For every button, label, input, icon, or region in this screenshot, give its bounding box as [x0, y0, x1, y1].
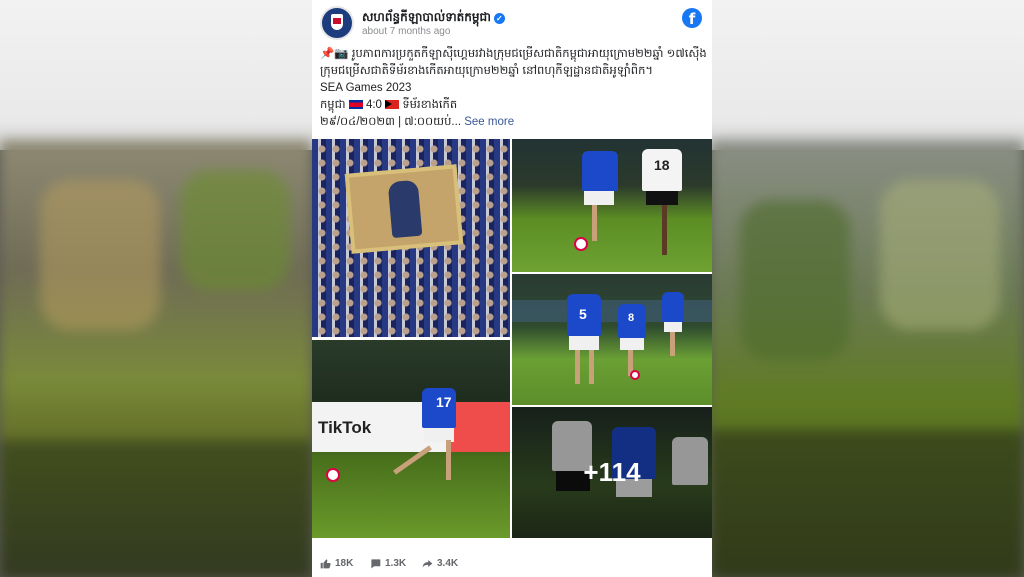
- match-datetime-line: ២៩/០៤/២០២៣ | ៧:០០យប់... See more: [320, 114, 708, 131]
- leg: [592, 205, 597, 241]
- white-shorts: [664, 322, 682, 332]
- see-more-link[interactable]: See more: [464, 116, 514, 128]
- jersey-number: 17: [436, 394, 452, 410]
- leg: [670, 332, 675, 356]
- reactions-bar: 18K 1.3K 3.4K: [320, 555, 704, 573]
- cambodia-flag-icon: [348, 100, 363, 109]
- photo-duel[interactable]: 18: [512, 139, 712, 272]
- black-shorts: [646, 191, 678, 205]
- white-shorts: [569, 336, 599, 350]
- post-body-line-1: 📌📷 រូបភាពការប្រកួតកីឡាស៊ីហ្គេមរវាងក្រុមជ…: [320, 48, 707, 60]
- tiktok-sponsor-text: TikTok: [318, 418, 372, 437]
- white-shorts: [584, 191, 614, 205]
- background-left-blur: [0, 140, 312, 577]
- match-score: 4:0: [365, 99, 382, 111]
- team-right: ទីម័រខាងកើត: [402, 99, 458, 111]
- more-photos-count[interactable]: +114: [512, 457, 712, 488]
- post-header: សហព័ន្ធកីឡាបាល់ទាត់កម្ពុជា ✓ about 7 mont…: [320, 6, 704, 42]
- royal-portrait-image: [344, 164, 464, 254]
- jersey-number: 5: [579, 306, 587, 322]
- likes-count: 18K: [335, 558, 354, 569]
- post-body-line-2: ក្រុមជម្រើសជាតិទីម័រខាងកើតអាយុក្រោម២២ឆ្ន…: [320, 65, 653, 77]
- post-timestamp[interactable]: about 7 months ago: [362, 26, 450, 37]
- leg: [575, 350, 580, 384]
- event-title: SEA Games 2023: [320, 82, 412, 94]
- background-right-blur: [710, 140, 1024, 577]
- comment-icon: [371, 559, 381, 569]
- jersey-number: 8: [628, 312, 635, 324]
- post-text: 📌📷 រូបភាពការប្រកួតកីឡាស៊ីហ្គេមរវាងក្រុមជ…: [320, 46, 708, 131]
- photo-player-kick[interactable]: TikTok 17: [312, 340, 510, 538]
- page-name[interactable]: សហព័ន្ធកីឡាបាល់ទាត់កម្ពុជា ✓: [362, 9, 505, 27]
- photo-crowd-portrait[interactable]: [312, 139, 510, 337]
- photo-tackle-more[interactable]: +114: [512, 407, 712, 538]
- likes-stat[interactable]: 18K: [320, 558, 353, 569]
- jersey-number: 18: [654, 157, 670, 173]
- leg: [446, 440, 451, 480]
- verified-badge-icon: ✓: [493, 13, 505, 24]
- shares-count: 3.4K: [437, 558, 459, 569]
- leg: [589, 350, 594, 384]
- facebook-logo-icon[interactable]: f: [682, 8, 702, 28]
- soccer-ball: [574, 237, 588, 251]
- page-avatar[interactable]: [320, 6, 354, 40]
- comments-stat[interactable]: 1.3K: [370, 558, 406, 569]
- match-score-line: កម្ពុជា 4:0 ទីម័រខាងកើត: [320, 97, 708, 114]
- leg: [662, 205, 667, 255]
- soccer-ball: [326, 468, 340, 482]
- page-name-text[interactable]: សហព័ន្ធកីឡាបាល់ទាត់កម្ពុជា: [362, 10, 491, 24]
- photo-players-running[interactable]: 5 8: [512, 274, 712, 405]
- soccer-ball: [630, 370, 640, 380]
- white-shorts: [620, 338, 644, 350]
- blue-shirt: [662, 292, 684, 322]
- like-icon: [320, 559, 331, 569]
- facebook-post-card: សហព័ន្ធកីឡាបាល់ទាត់កម្ពុជា ✓ about 7 mont…: [312, 0, 712, 577]
- match-datetime: ២៩/០៤/២០២៣ | ៧:០០យប់...: [320, 116, 462, 128]
- timor-leste-flag-icon: [385, 100, 400, 109]
- shares-stat[interactable]: 3.4K: [422, 558, 458, 569]
- team-left: កម្ពុជា: [320, 99, 346, 111]
- share-icon: [422, 560, 433, 568]
- blue-shirt: [582, 151, 618, 191]
- federation-crest-icon: [331, 14, 343, 30]
- comments-count: 1.3K: [385, 558, 407, 569]
